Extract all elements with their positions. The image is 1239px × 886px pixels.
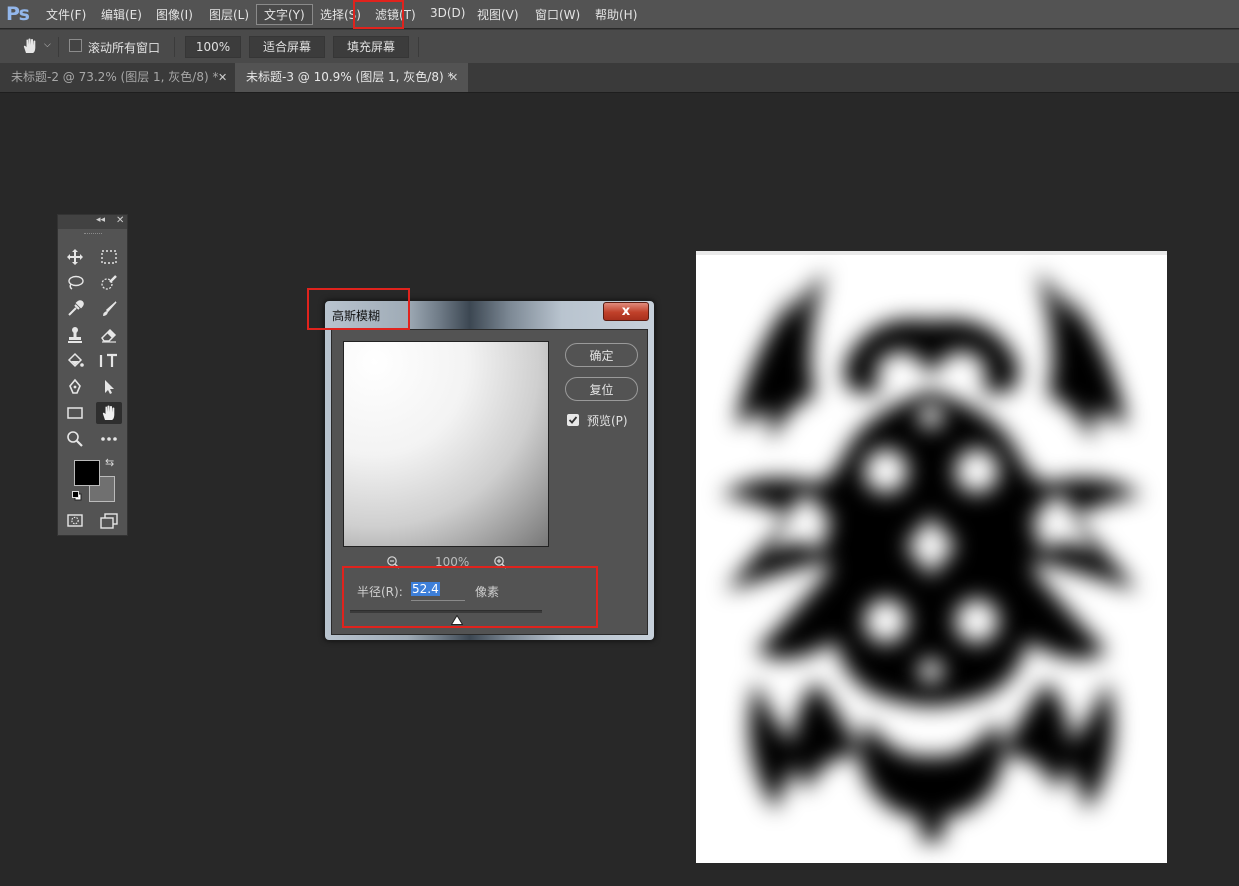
swap-colors-icon[interactable]: ⇆ (105, 456, 114, 469)
panel-grip (84, 233, 102, 235)
blurred-tribal-artwork (696, 251, 1167, 841)
preview-label: 预览(P) (587, 414, 628, 428)
close-icon[interactable]: ✕ (116, 215, 124, 226)
fill-screen-button[interactable]: 填充屏幕 (333, 36, 409, 58)
close-icon[interactable]: ✕ (218, 63, 227, 92)
zoom-100-button[interactable]: 100% (185, 36, 241, 58)
menu-image[interactable]: 图像(I) (156, 6, 193, 23)
pen-tool-icon[interactable] (62, 376, 88, 398)
menu-help[interactable]: 帮助(H) (595, 6, 637, 23)
tab-label: 未标题-2 @ 73.2% (图层 1, 灰色/8) * (11, 70, 219, 84)
scroll-all-windows-label: 滚动所有窗口 (88, 41, 161, 55)
blur-preview-image[interactable] (343, 341, 549, 547)
collapse-icon[interactable]: ◂◂ (96, 215, 105, 225)
tab-untitled-2[interactable]: 未标题-2 @ 73.2% (图层 1, 灰色/8) * ✕ (0, 63, 234, 92)
hand-tool-icon[interactable] (96, 402, 122, 424)
hand-tool-icon[interactable] (20, 36, 40, 59)
tab-untitled-3[interactable]: 未标题-3 @ 10.9% (图层 1, 灰色/8) * ✕ (235, 63, 468, 92)
tools-panel: ◂◂ ✕ ⇆ (57, 214, 128, 536)
fit-screen-button[interactable]: 适合屏幕 (249, 36, 325, 58)
reset-button[interactable]: 复位 (565, 377, 638, 401)
preview-checkbox[interactable] (567, 414, 579, 426)
annotation-radius-field (342, 566, 598, 628)
eraser-tool-icon[interactable] (96, 324, 122, 346)
tools-panel-header[interactable]: ◂◂ ✕ (58, 215, 127, 229)
type-tool-icon[interactable] (96, 350, 122, 372)
quick-mask-icon[interactable] (62, 510, 88, 532)
stamp-tool-icon[interactable] (62, 324, 88, 346)
annotation-dialog-title (307, 288, 410, 330)
foreground-color-swatch[interactable] (74, 460, 100, 486)
annotation-filter-menu (353, 0, 404, 29)
dialog-close-button[interactable]: x (603, 302, 649, 321)
marquee-tool-icon[interactable] (96, 246, 122, 268)
menu-layer[interactable]: 图层(L) (209, 6, 249, 23)
ok-button[interactable]: 确定 (565, 343, 638, 367)
chevron-down-icon[interactable]: ⌵ (44, 40, 51, 50)
close-icon[interactable]: ✕ (449, 63, 458, 92)
rectangle-tool-icon[interactable] (62, 402, 88, 424)
quick-selection-tool-icon[interactable] (96, 272, 122, 294)
menu-3d[interactable]: 3D(D) (430, 6, 465, 20)
menu-type[interactable]: 文字(Y) (264, 6, 305, 23)
photoshop-logo: Ps (6, 3, 30, 25)
lasso-tool-icon[interactable] (62, 272, 88, 294)
more-tools-icon[interactable] (96, 428, 122, 450)
brush-tool-icon[interactable] (96, 298, 122, 320)
menu-view[interactable]: 视图(V) (477, 6, 519, 23)
path-selection-tool-icon[interactable] (96, 376, 122, 398)
menu-bar: Ps 文件(F) 编辑(E) 图像(I) 图层(L) 文字(Y) 选择(S) 滤… (0, 0, 1239, 28)
screen-mode-icon[interactable] (96, 510, 122, 532)
tab-label: 未标题-3 @ 10.9% (图层 1, 灰色/8) * (246, 70, 454, 84)
menu-window[interactable]: 窗口(W) (535, 6, 580, 23)
eyedropper-tool-icon[interactable] (62, 298, 88, 320)
move-tool-icon[interactable] (62, 246, 88, 268)
menu-file[interactable]: 文件(F) (46, 6, 86, 23)
zoom-tool-icon[interactable] (62, 428, 88, 450)
options-bar: ⌵ 滚动所有窗口 100% 适合屏幕 填充屏幕 (0, 29, 1239, 63)
menu-edit[interactable]: 编辑(E) (101, 6, 142, 23)
document-canvas[interactable] (696, 251, 1167, 863)
scroll-all-windows-checkbox[interactable] (69, 39, 82, 52)
default-colors-icon[interactable] (72, 490, 82, 501)
paint-bucket-tool-icon[interactable] (62, 350, 88, 372)
document-tab-bar: 未标题-2 @ 73.2% (图层 1, 灰色/8) * ✕ 未标题-3 @ 1… (0, 63, 1239, 93)
